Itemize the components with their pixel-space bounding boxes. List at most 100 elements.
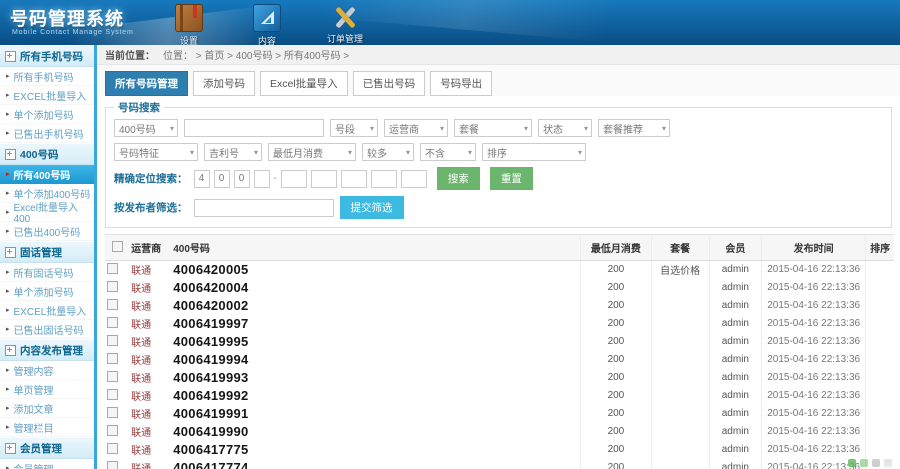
number-cell: 4006420002 xyxy=(171,297,581,315)
row-checkbox[interactable] xyxy=(107,407,118,418)
row-checkbox[interactable] xyxy=(107,425,118,436)
publisher-input[interactable] xyxy=(194,199,334,217)
bullet-icon: ▸ xyxy=(6,465,10,469)
digit-box[interactable] xyxy=(281,170,307,188)
sidebar-item[interactable]: ▸单个添加号码 xyxy=(0,282,94,301)
sidebar-item[interactable]: ▸已售出400号码 xyxy=(0,222,94,241)
sidebar-item[interactable]: ▸EXCEL批量导入 xyxy=(0,86,94,105)
row-checkbox[interactable] xyxy=(107,353,118,364)
select-status[interactable]: 状态▾ xyxy=(538,119,592,137)
breadcrumb-trail: 位置： > 首页 > 400号码 > 所有400号码 > xyxy=(163,47,349,62)
operator-link[interactable]: 联通 xyxy=(131,464,151,469)
operator-link[interactable]: 联通 xyxy=(131,446,151,457)
time-cell: 2015-04-16 22:13:36 xyxy=(761,423,865,441)
digit-box[interactable] xyxy=(254,170,270,188)
chevron-down-icon: ▾ xyxy=(662,124,666,133)
tab-3[interactable]: Excel批量导入 xyxy=(260,71,348,96)
sidebar-item[interactable]: ▸管理内容 xyxy=(0,361,94,380)
sidebar-item[interactable]: ▸会员管理 xyxy=(0,459,94,469)
row-checkbox[interactable] xyxy=(107,281,118,292)
member-cell: admin xyxy=(709,315,761,333)
tab-bar: 所有号码管理添加号码Excel批量导入已售出号码号码导出 xyxy=(97,65,900,96)
sidebar-item[interactable]: ▸EXCEL批量导入 xyxy=(0,301,94,320)
tab-1[interactable]: 所有号码管理 xyxy=(105,71,188,96)
operator-link[interactable]: 联通 xyxy=(131,428,151,439)
select-number-type[interactable]: 400号码▾ xyxy=(114,119,178,137)
sidebar-item[interactable]: ▸所有400号码 xyxy=(0,165,94,184)
sidebar-item[interactable]: ▸单个添加号码 xyxy=(0,105,94,124)
row-checkbox[interactable] xyxy=(107,317,118,328)
sidebar-item-label: 单个添加号码 xyxy=(14,107,74,122)
operator-link[interactable]: 联通 xyxy=(131,374,151,385)
digit-box[interactable] xyxy=(401,170,427,188)
tab-5[interactable]: 号码导出 xyxy=(430,71,492,96)
select-all-checkbox[interactable] xyxy=(112,241,123,252)
select-more[interactable]: 较多▾ xyxy=(362,143,414,161)
operator-link[interactable]: 联通 xyxy=(131,338,151,349)
operator-link[interactable]: 联通 xyxy=(131,356,151,367)
sidebar-item[interactable]: ▸已售出固话号码 xyxy=(0,320,94,339)
tools-icon xyxy=(332,4,358,30)
tab-2[interactable]: 添加号码 xyxy=(193,71,255,96)
sidebar-section-header-4[interactable]: 内容发布管理 xyxy=(0,339,94,361)
sidebar-item[interactable]: ▸所有固话号码 xyxy=(0,263,94,282)
select-minfee[interactable]: 最低月消费▾ xyxy=(268,143,356,161)
operator-cell: 联通 xyxy=(129,441,171,459)
tab-4[interactable]: 已售出号码 xyxy=(353,71,426,96)
nav-content[interactable]: 内容 xyxy=(236,4,298,45)
reset-button[interactable]: 重置 xyxy=(490,167,533,190)
fee-cell: 200 xyxy=(581,387,651,405)
number-cell: 4006419992 xyxy=(171,387,581,405)
plan-cell xyxy=(651,369,709,387)
row-checkbox[interactable] xyxy=(107,461,118,469)
sidebar-item[interactable]: ▸管理栏目 xyxy=(0,418,94,437)
select-segment[interactable]: 号段▾ xyxy=(330,119,378,137)
digit-box[interactable]: 0 xyxy=(214,170,230,188)
submit-filter-button[interactable]: 提交筛选 xyxy=(340,196,404,219)
digit-box[interactable] xyxy=(371,170,397,188)
sidebar-item[interactable]: ▸Excel批量导入400 xyxy=(0,203,94,222)
digit-box[interactable] xyxy=(311,170,337,188)
nav-orders[interactable]: 订单管理 xyxy=(314,4,376,45)
sidebar-item[interactable]: ▸单页管理 xyxy=(0,380,94,399)
sidebar-item[interactable]: ▸添加文章 xyxy=(0,399,94,418)
select-recommend[interactable]: 套餐推荐▾ xyxy=(598,119,670,137)
sidebar-section-header-2[interactable]: 400号码 xyxy=(0,143,94,165)
nav-settings[interactable]: 设置 xyxy=(158,4,220,45)
sidebar-section-header-3[interactable]: 固话管理 xyxy=(0,241,94,263)
chevron-down-icon: ▾ xyxy=(348,148,352,157)
sort-cell xyxy=(866,279,894,297)
search-row-2: 号码特征▾ 吉利号▾ 最低月消费▾ 较多▾ 不含▾ 排序▾ xyxy=(114,143,883,161)
operator-link[interactable]: 联通 xyxy=(131,284,151,295)
chevron-down-icon: ▾ xyxy=(584,124,588,133)
plan-cell xyxy=(651,405,709,423)
operator-link[interactable]: 联通 xyxy=(131,392,151,403)
operator-link[interactable]: 联通 xyxy=(131,410,151,421)
sidebar-item[interactable]: ▸已售出手机号码 xyxy=(0,124,94,143)
operator-link[interactable]: 联通 xyxy=(131,266,151,277)
digit-box[interactable]: 4 xyxy=(194,170,210,188)
row-checkbox[interactable] xyxy=(107,299,118,310)
chevron-down-icon: ▾ xyxy=(524,124,528,133)
fee-cell: 200 xyxy=(581,279,651,297)
sidebar-item[interactable]: ▸所有手机号码 xyxy=(0,67,94,86)
select-operator[interactable]: 运营商▾ xyxy=(384,119,448,137)
select-plan[interactable]: 套餐▾ xyxy=(454,119,532,137)
row-checkbox[interactable] xyxy=(107,335,118,346)
row-checkbox[interactable] xyxy=(107,443,118,454)
operator-link[interactable]: 联通 xyxy=(131,302,151,313)
select-exclude[interactable]: 不含▾ xyxy=(420,143,476,161)
row-checkbox[interactable] xyxy=(107,389,118,400)
row-checkbox[interactable] xyxy=(107,371,118,382)
select-feature[interactable]: 号码特征▾ xyxy=(114,143,198,161)
digit-box[interactable] xyxy=(341,170,367,188)
row-checkbox[interactable] xyxy=(107,263,118,274)
search-button[interactable]: 搜索 xyxy=(437,167,480,190)
digit-box[interactable]: 0 xyxy=(234,170,250,188)
select-lucky[interactable]: 吉利号▾ xyxy=(204,143,262,161)
keyword-input[interactable] xyxy=(184,119,324,137)
sidebar-section-header-1[interactable]: 所有手机号码 xyxy=(0,45,94,67)
select-sort[interactable]: 排序▾ xyxy=(482,143,586,161)
sidebar-section-header-5[interactable]: 会员管理 xyxy=(0,437,94,459)
operator-link[interactable]: 联通 xyxy=(131,320,151,331)
